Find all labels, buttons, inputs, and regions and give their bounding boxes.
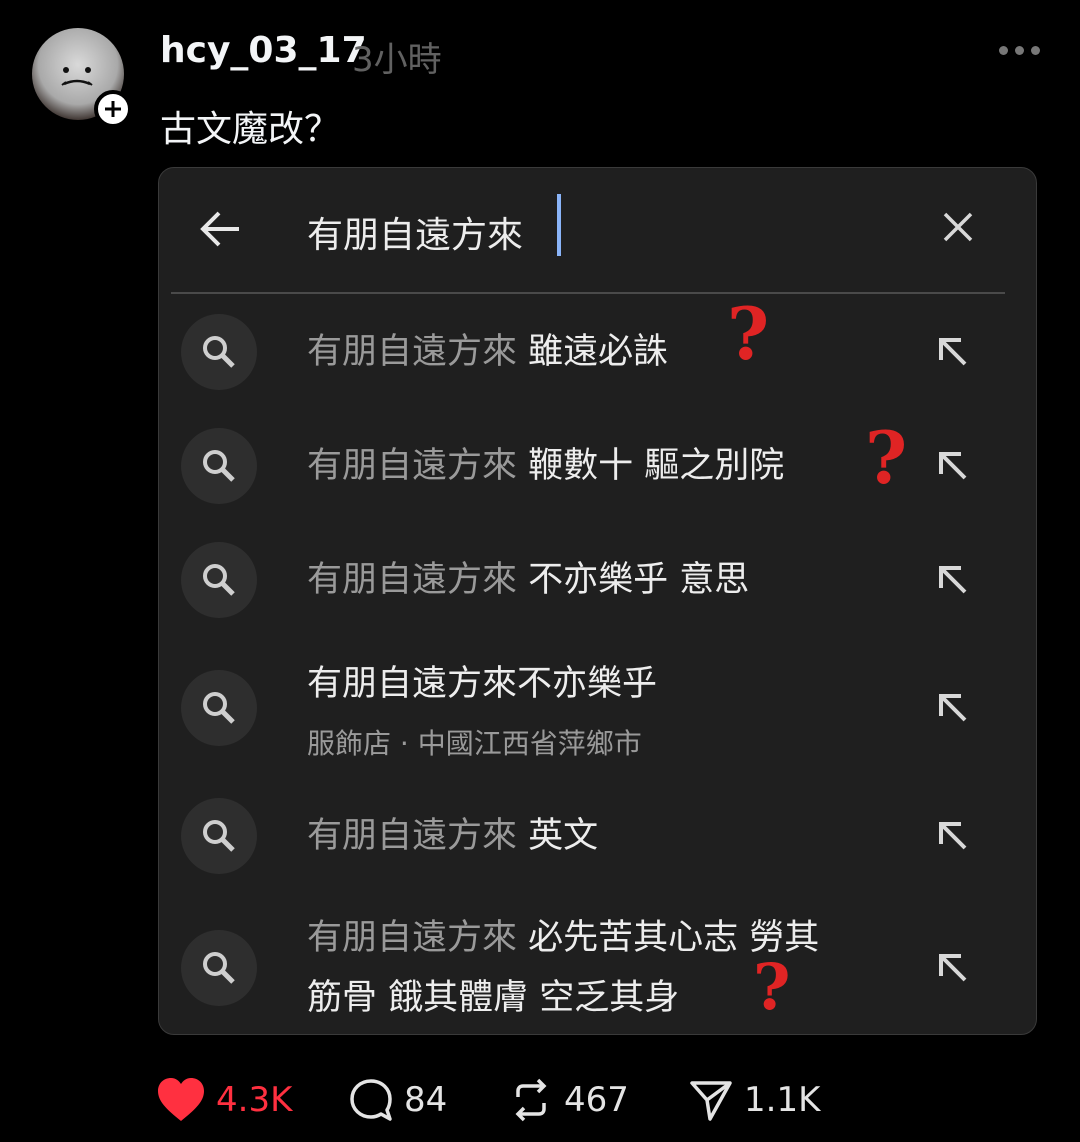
more-icon xyxy=(999,45,1008,55)
suggestion-prefix: 有朋自遠方來 xyxy=(307,918,529,958)
share-icon xyxy=(690,1081,732,1121)
red-question-mark: ? xyxy=(753,950,791,1025)
suggestion-row: 有朋自遠方來 雖遠必誅 ? xyxy=(159,298,1036,424)
suggestion-text: 有朋自遠方來 鞭數十 驅之別院 xyxy=(307,436,784,496)
search-bar: 有朋自遠方來 xyxy=(159,168,1036,292)
suggestion-rest: 鞭數十 驅之別院 xyxy=(528,446,785,486)
suggestion-text: 有朋自遠方來 必先苦其心志 勞其 xyxy=(307,908,819,968)
suggestion-row: 有朋自遠方來不亦樂乎 服飾店 · 中國江西省萍鄉市 xyxy=(159,662,1036,790)
search-icon-circle xyxy=(181,798,257,874)
suggestion-row: 有朋自遠方來 英文 xyxy=(159,798,1036,908)
comment-button[interactable]: 84 xyxy=(348,1070,447,1130)
search-icon-circle xyxy=(181,428,257,504)
suggestion-rest-line2: 筋骨 餓其體膚 空乏其身 xyxy=(307,978,680,1018)
suggestion-text: 有朋自遠方來 英文 xyxy=(307,806,598,866)
more-options-button[interactable] xyxy=(960,30,1040,70)
search-icon xyxy=(203,952,235,984)
search-icon-circle xyxy=(181,930,257,1006)
suggestion-text: 有朋自遠方來不亦樂乎 xyxy=(307,654,657,714)
fill-arrow-icon xyxy=(939,822,967,850)
heart-icon xyxy=(158,1078,204,1121)
repost-button[interactable]: 467 xyxy=(508,1070,629,1130)
suggestion-prefix: 有朋自遠方來 xyxy=(307,560,529,600)
suggestion-row: 有朋自遠方來 不亦樂乎 意思 xyxy=(159,542,1036,652)
avatar-wrapper[interactable] xyxy=(32,28,132,128)
suggestion-text: 有朋自遠方來 不亦樂乎 意思 xyxy=(307,550,749,610)
search-query: 有朋自遠方來 xyxy=(307,215,524,256)
search-icon-circle xyxy=(181,542,257,618)
comment-icon xyxy=(350,1079,392,1121)
search-icon xyxy=(203,564,235,596)
share-button[interactable]: 1.1K xyxy=(688,1070,820,1130)
post-timestamp: 3小時 xyxy=(352,40,442,80)
action-bar: 4.3K 84 467 1.1K xyxy=(156,1070,856,1130)
suggestion-prefix: 有朋自遠方來 xyxy=(307,332,529,372)
share-count: 1.1K xyxy=(744,1080,821,1120)
username[interactable]: hcy_03_17 xyxy=(160,30,367,71)
suggestion-rest: 不亦樂乎 意思 xyxy=(528,560,750,600)
suggestion-prefix: 有朋自遠方來 xyxy=(307,446,529,486)
search-icon xyxy=(203,336,235,368)
suggestion-subtitle: 服飾店 · 中國江西省萍鄉市 xyxy=(307,727,642,760)
divider xyxy=(171,292,1005,294)
red-question-mark: ? xyxy=(727,291,770,376)
fill-arrow-icon xyxy=(939,694,967,722)
follow-button[interactable] xyxy=(94,90,132,128)
search-screenshot-card[interactable]: 有朋自遠方來 有朋自遠方來 雖遠必誅 ? 有朋自遠方來 鞭數十 驅之別院 ? 有… xyxy=(158,167,1037,1035)
suggestion-rest: 英文 xyxy=(528,816,599,856)
repost-icon xyxy=(515,1078,547,1122)
search-icon-circle xyxy=(181,314,257,390)
fill-arrow-icon xyxy=(939,566,967,594)
suggestion-rest: 有朋自遠方來不亦樂乎 xyxy=(307,664,658,704)
fill-arrow-icon xyxy=(939,954,967,982)
post-text: 古文魔改？ xyxy=(160,109,341,150)
like-button[interactable]: 4.3K xyxy=(156,1070,292,1130)
search-icon xyxy=(203,820,235,852)
search-icon-circle xyxy=(181,670,257,746)
red-question-mark: ? xyxy=(865,415,908,500)
fill-arrow-icon xyxy=(939,452,967,480)
suggestion-text-line2: 筋骨 餓其體膚 空乏其身 xyxy=(307,968,679,1028)
plus-icon xyxy=(105,101,121,117)
search-icon xyxy=(203,450,235,482)
text-cursor xyxy=(557,194,561,256)
more-dot xyxy=(1031,45,1040,55)
more-dot xyxy=(1015,45,1024,55)
comment-count: 84 xyxy=(404,1080,448,1120)
like-count: 4.3K xyxy=(216,1080,293,1120)
suggestion-text: 有朋自遠方來 雖遠必誅 xyxy=(307,322,668,382)
fill-arrow-icon xyxy=(939,338,967,366)
close-icon xyxy=(943,212,973,242)
repost-count: 467 xyxy=(564,1080,629,1120)
search-icon xyxy=(203,692,235,724)
suggestion-prefix: 有朋自遠方來 xyxy=(307,816,529,856)
suggestion-rest: 雖遠必誅 xyxy=(528,332,669,372)
suggestion-row: 有朋自遠方來 鞭數十 驅之別院 ? xyxy=(159,422,1036,538)
suggestion-row: 有朋自遠方來 必先苦其心志 勞其 筋骨 餓其體膚 空乏其身 ? xyxy=(159,908,1036,1034)
back-arrow-icon xyxy=(200,211,239,247)
